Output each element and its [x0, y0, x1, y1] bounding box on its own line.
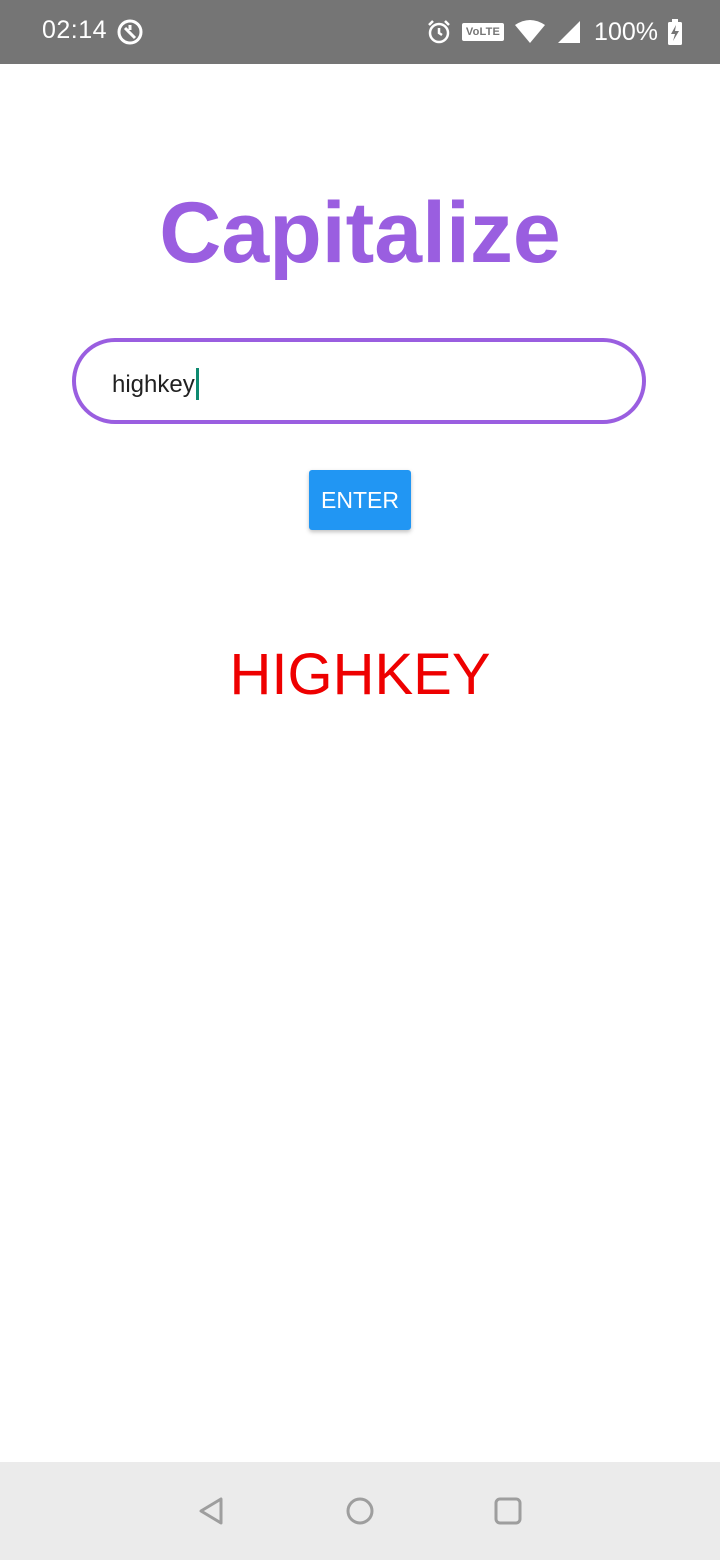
text-input[interactable]: highkey — [72, 338, 646, 424]
page-title: Capitalize — [159, 185, 561, 281]
app-notification-icon — [116, 18, 144, 46]
input-text: highkey — [112, 371, 195, 398]
enter-button[interactable]: ENTER — [309, 470, 411, 530]
result-text: HIGHKEY — [229, 642, 491, 707]
recents-icon[interactable] — [492, 1495, 524, 1527]
volte-icon: VoLTE — [461, 23, 505, 41]
battery-level: 100% — [594, 17, 658, 46]
status-bar: 02:14 VoLTE 100% — [0, 0, 720, 64]
text-input-value: highkey — [112, 368, 199, 400]
status-icons: VoLTE 100% — [426, 15, 682, 49]
signal-icon — [556, 19, 582, 45]
text-caret — [195, 368, 199, 400]
navigation-bar — [0, 1462, 720, 1560]
home-icon[interactable] — [344, 1495, 376, 1527]
back-icon[interactable] — [196, 1495, 228, 1527]
wifi-icon — [514, 19, 546, 45]
alarm-icon — [426, 19, 452, 45]
battery-charging-icon — [668, 19, 682, 45]
status-time: 02:14 — [42, 16, 108, 44]
